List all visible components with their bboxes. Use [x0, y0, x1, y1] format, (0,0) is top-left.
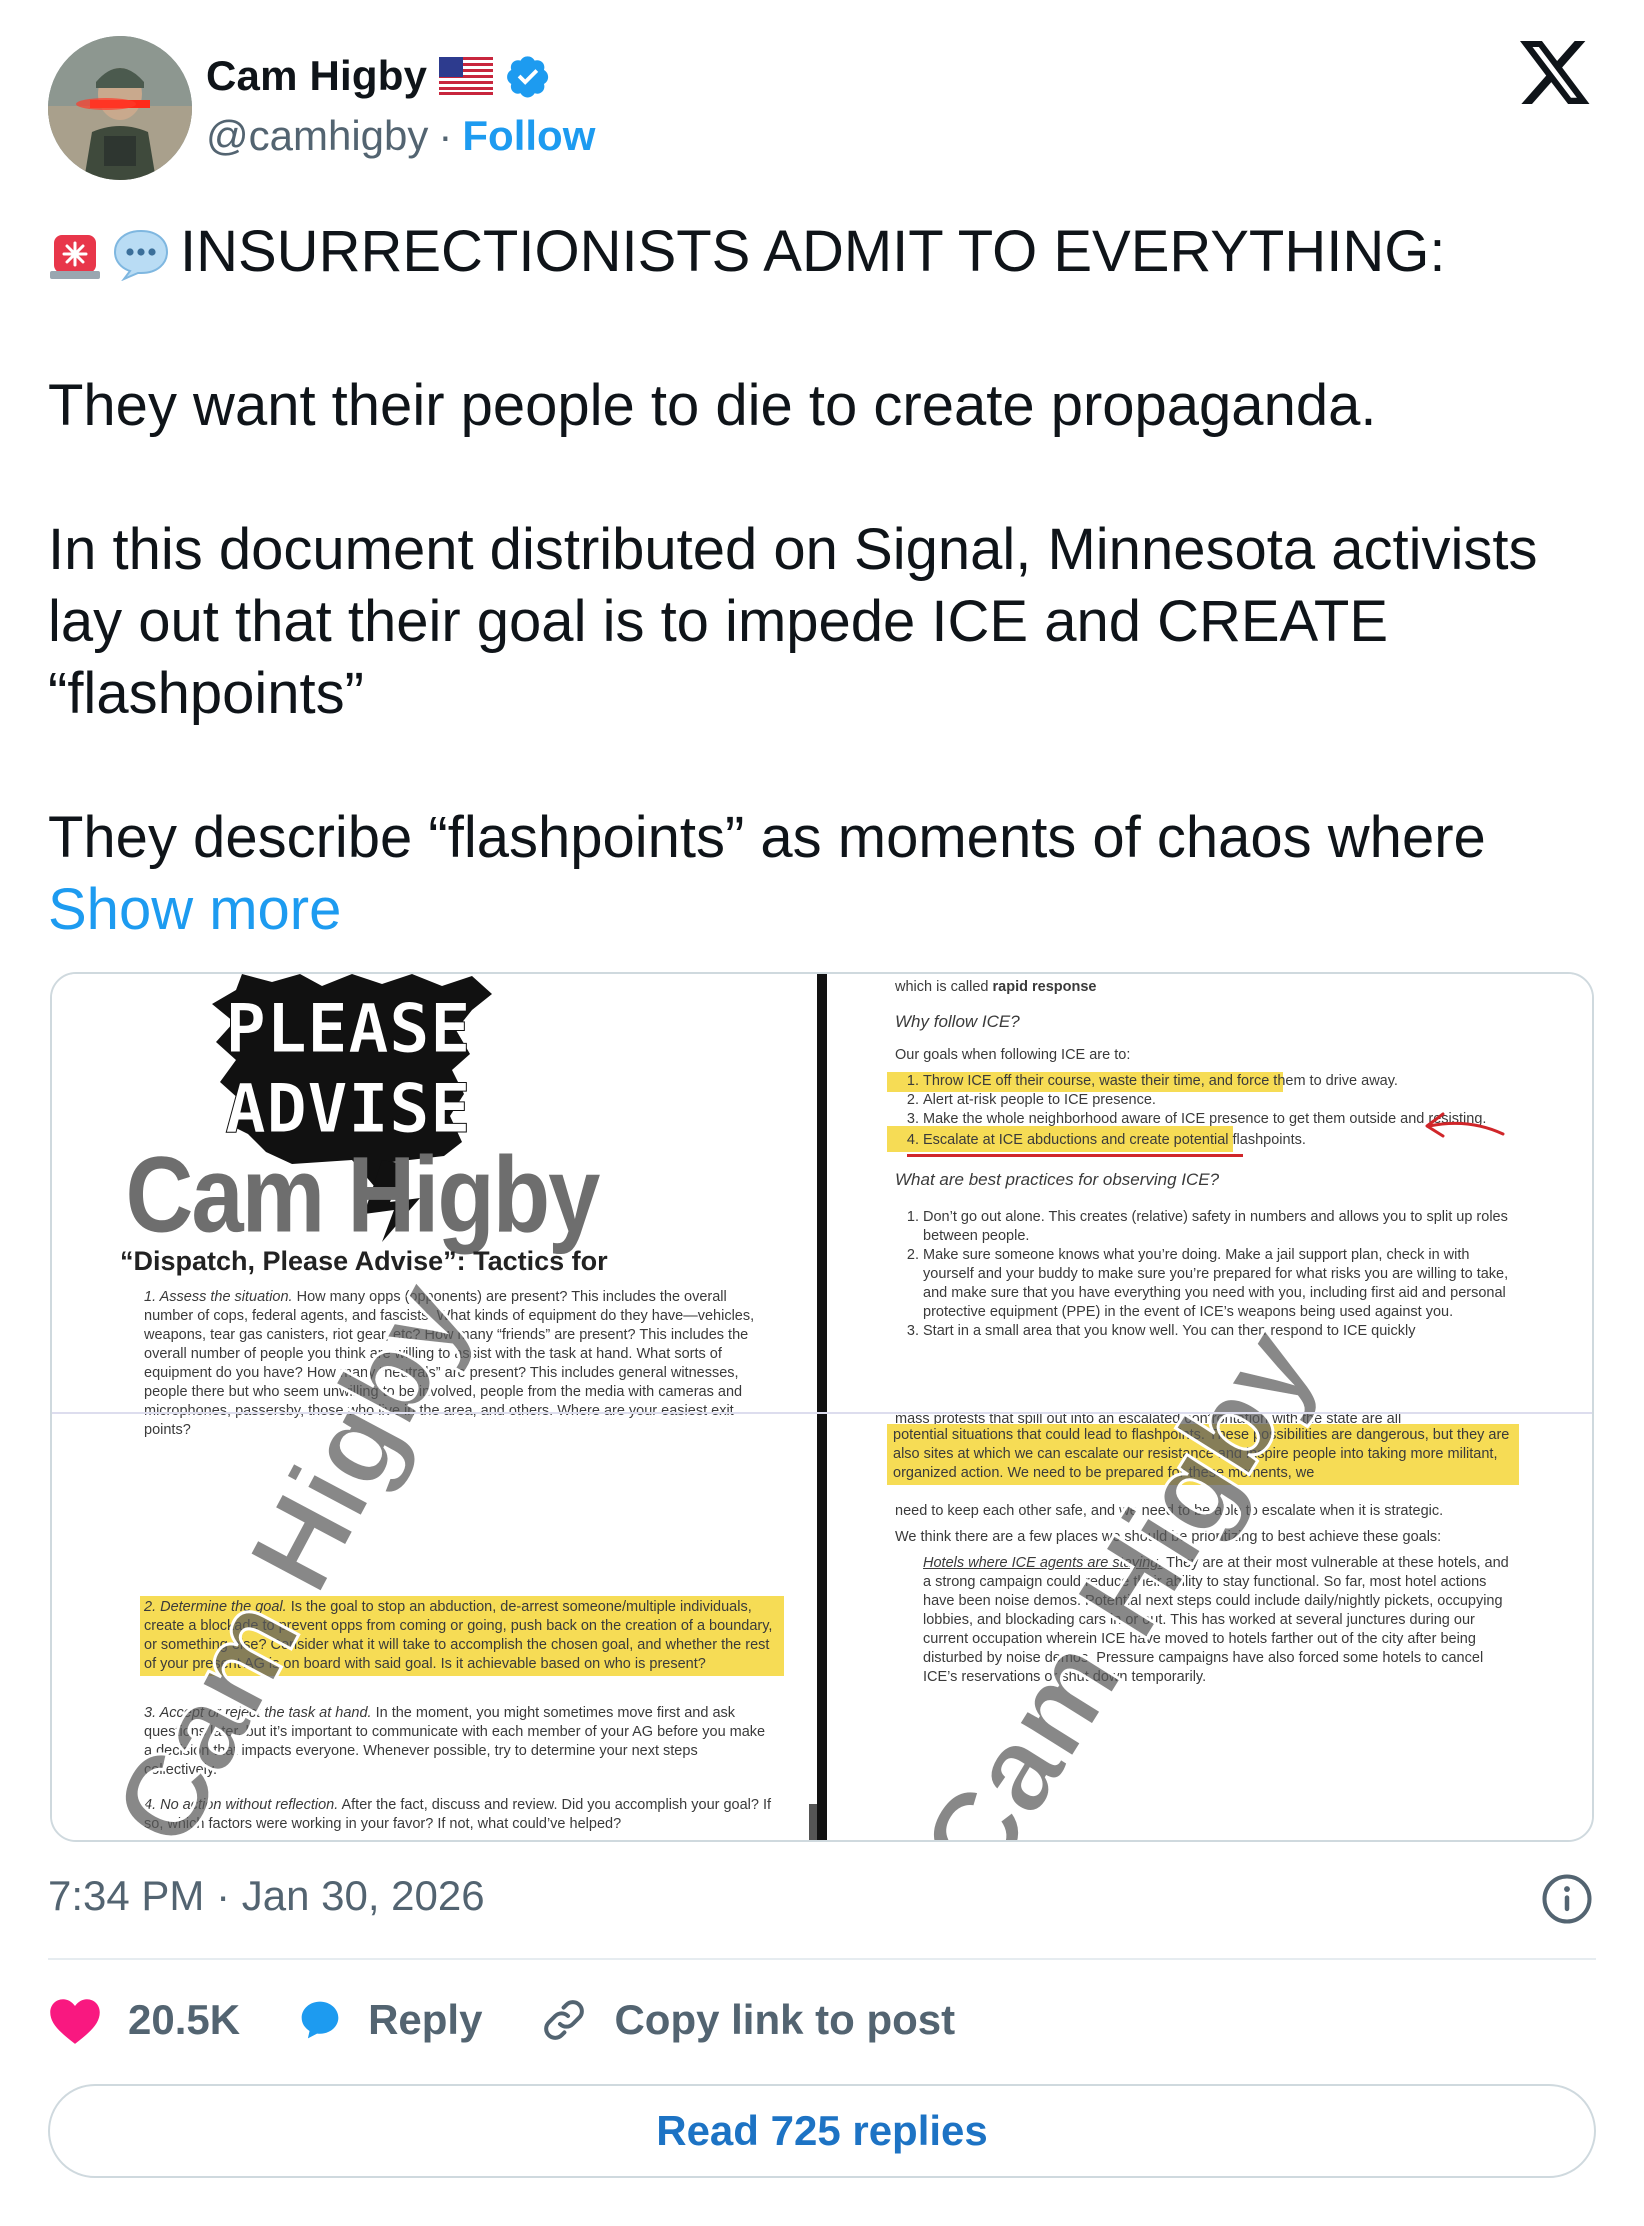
goal-item: Throw ICE off their course, waste their …	[923, 1072, 1523, 1091]
red-arrow-annotation	[1425, 1112, 1505, 1138]
media-attachment[interactable]: PLEASE ADVISE Cam Higby “Dispatch, Pleas…	[50, 972, 1594, 1842]
doc-hotels-text: They are at their most vulnerable at the…	[923, 1555, 1509, 1685]
practice-item: Start in a small area that you know well…	[923, 1322, 1523, 1341]
tweet-paragraph-1: They want their people to die to create …	[48, 373, 1377, 438]
tweet-paragraph-3-text: They describe “flashpoints” as moments o…	[48, 805, 1486, 870]
doc-hotels-item: Hotels where ICE agents are staying. The…	[923, 1554, 1513, 1687]
doc-item-3: 3. Accept or reject the task at hand. In…	[144, 1704, 774, 1780]
poster-line-1: PLEASE	[225, 990, 471, 1069]
doc-item-4: 4. No action without reflection. After t…	[144, 1796, 774, 1834]
police-siren-icon	[48, 226, 102, 298]
image-divider-horizontal	[52, 1412, 1592, 1414]
follow-button[interactable]: Follow	[462, 112, 595, 160]
doc-item-4-label: 4. No action without reflection.	[144, 1797, 339, 1813]
footer-divider	[48, 1958, 1596, 1960]
like-count: 20.5K	[128, 1996, 241, 2043]
doc-right-top-line-b: rapid response	[992, 979, 1097, 995]
avatar[interactable]	[48, 36, 192, 180]
author-name-row: Cam Higby	[206, 46, 551, 106]
x-logo-icon[interactable]	[1520, 40, 1592, 108]
read-replies-button[interactable]: Read 725 replies	[48, 2084, 1596, 2178]
tweet-paragraph-3: They describe “flashpoints” as moments o…	[48, 802, 1588, 946]
tweet-headline-line: INSURRECTIONISTS ADMIT TO EVERYTHING:	[48, 216, 1588, 298]
reply-label: Reply	[368, 1996, 483, 2043]
avatar-image	[48, 36, 192, 180]
doc-item-1: 1. Assess the situation. How many opps (…	[144, 1288, 774, 1440]
doc-item-3-label: 3. Accept or reject the task at hand.	[144, 1705, 372, 1721]
doc-item-1-label: 1. Assess the situation.	[144, 1289, 293, 1305]
show-more-link[interactable]: Show more	[48, 877, 341, 942]
doc-heading-best-practices: What are best practices for observing IC…	[895, 1170, 1220, 1189]
doc-heading-why-follow: Why follow ICE?	[895, 1012, 1020, 1031]
info-icon[interactable]	[1540, 1872, 1594, 1926]
doc-goals-intro: Our goals when following ICE are to:	[895, 1047, 1131, 1063]
heart-icon	[50, 1999, 100, 2044]
tweet-headline: INSURRECTIONISTS ADMIT TO EVERYTHING:	[180, 219, 1446, 284]
post-timestamp[interactable]: 7:34 PM · Jan 30, 2026	[48, 1872, 485, 1920]
doc-title: “Dispatch, Please Advise”: Tactics for	[120, 1246, 608, 1276]
practices-list: Don’t go out alone. This creates (relati…	[889, 1208, 1523, 1341]
copy-link-button[interactable]: Copy link to post	[540, 1996, 955, 2044]
action-bar: 20.5K Reply Copy link to post	[48, 1990, 1013, 2050]
reply-button[interactable]: Reply	[298, 1996, 482, 2044]
practice-item: Make sure someone knows what you’re doin…	[923, 1246, 1523, 1322]
author-handle[interactable]: @camhigby	[206, 112, 428, 160]
handle-separator: ·	[438, 112, 453, 159]
like-button[interactable]: 20.5K	[48, 1995, 240, 2045]
goal-4-underline	[907, 1154, 1243, 1157]
image-divider	[817, 974, 827, 1840]
author-name[interactable]: Cam Higby	[206, 52, 427, 100]
tweet-paragraph-2: In this document distributed on Signal, …	[48, 517, 1538, 726]
reply-bubble-icon	[301, 2001, 339, 2039]
tweet-text: INSURRECTIONISTS ADMIT TO EVERYTHING: Th…	[48, 216, 1588, 946]
doc-right-top-line-a: which is called	[895, 979, 993, 995]
doc-hotels-label: Hotels where ICE agents are staying.	[923, 1555, 1163, 1571]
speech-bubble-icon	[112, 226, 170, 298]
document-image-left[interactable]: PLEASE ADVISE Cam Higby “Dispatch, Pleas…	[52, 974, 817, 1840]
watermark-name: Cam Higby	[126, 1134, 601, 1255]
copy-link-label: Copy link to post	[614, 1996, 956, 2043]
practice-item: Don’t go out alone. This creates (relati…	[923, 1208, 1523, 1246]
us-flag-icon	[439, 57, 494, 95]
doc-flashpoints-highlight: potential situations that could lead to …	[887, 1424, 1519, 1485]
document-image-right[interactable]: which is called rapid response Why follo…	[827, 974, 1592, 1840]
doc-right-top-line: which is called rapid response	[895, 978, 1096, 997]
doc-para-end: need to keep each other safe, and we nee…	[895, 1503, 1444, 1519]
doc-item-2-label: 2. Determine the goal.	[144, 1599, 287, 1615]
doc-para-priorities: We think there are a few places we shoul…	[895, 1529, 1442, 1545]
doc-item-1-text: How many opps (opponents) are present? T…	[144, 1289, 755, 1438]
verified-badge-icon	[505, 53, 551, 99]
link-icon	[544, 2000, 585, 2040]
handle-row: @camhigby · Follow	[206, 112, 595, 160]
post-card: Cam Higby @camhigby · Follow INSURRECTIO…	[0, 0, 1644, 2226]
doc-item-2-highlighted: 2. Determine the goal. Is the goal to st…	[140, 1596, 784, 1676]
